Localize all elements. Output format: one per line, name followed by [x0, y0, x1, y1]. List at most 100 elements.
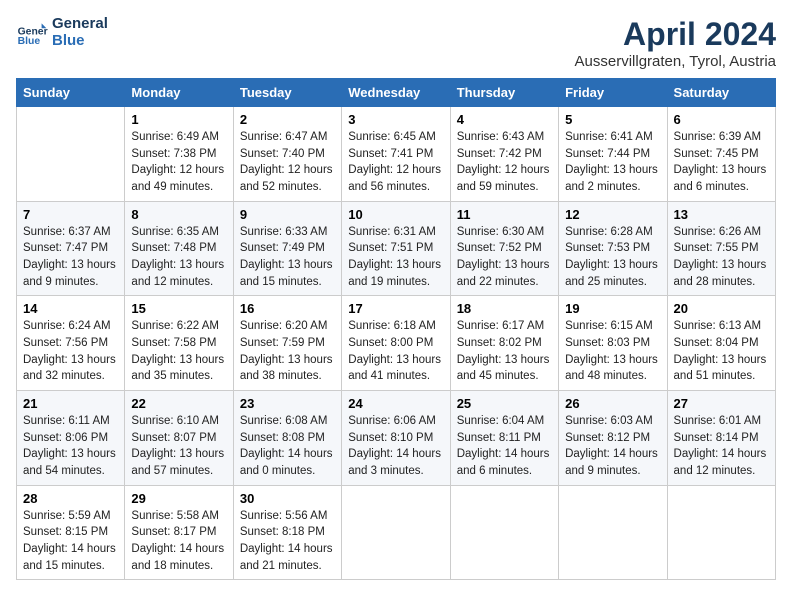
svg-text:Blue: Blue — [18, 36, 41, 47]
calendar-cell: 3Sunrise: 6:45 AM Sunset: 7:41 PM Daylig… — [342, 107, 450, 202]
cell-content: Sunrise: 6:30 AM Sunset: 7:52 PM Dayligh… — [457, 224, 552, 291]
calendar-cell: 12 Sunrise: 6:28 AM Sunset: 7:53 PM Dayli… — [559, 201, 667, 296]
calendar-cell: 4 Sunrise: 6:43 AM Sunset: 7:42 PM Daylig… — [450, 107, 558, 202]
calendar-cell: 29Sunrise: 5:58 AM Sunset: 8:17 PM Dayli… — [125, 485, 233, 580]
calendar-cell: 5 Sunrise: 6:41 AM Sunset: 7:44 PM Daylig… — [559, 107, 667, 202]
calendar-cell — [342, 485, 450, 580]
calendar-cell: 1 Sunrise: 6:49 AM Sunset: 7:38 PM Daylig… — [125, 107, 233, 202]
calendar-cell: 14 Sunrise: 6:24 AM Sunset: 7:56 PM Dayli… — [17, 296, 125, 391]
main-title: April 2024 — [575, 16, 776, 53]
calendar-cell: 15 Sunrise: 6:22 AM Sunset: 7:58 PM Dayli… — [125, 296, 233, 391]
day-number: 25 — [457, 396, 552, 411]
cell-content: Sunrise: 6:04 AM Sunset: 8:11 PM Dayligh… — [457, 413, 552, 480]
calendar-cell: 26 Sunrise: 6:03 AM Sunset: 8:12 PM Dayli… — [559, 391, 667, 486]
calendar-cell: 17 Sunrise: 6:18 AM Sunset: 8:00 PM Dayli… — [342, 296, 450, 391]
day-number: 16 — [240, 301, 335, 316]
calendar-cell: 27 Sunrise: 6:01 AM Sunset: 8:14 PM Dayli… — [667, 391, 775, 486]
day-number: 24 — [348, 396, 443, 411]
logo-icon: General Blue — [16, 17, 48, 49]
day-number: 30 — [240, 491, 335, 506]
logo-line1: General — [52, 16, 108, 33]
cell-content: Sunrise: 6:24 AM Sunset: 7:56 PM Dayligh… — [23, 318, 118, 385]
calendar-cell: 8 Sunrise: 6:35 AM Sunset: 7:48 PM Daylig… — [125, 201, 233, 296]
day-number: 26 — [565, 396, 660, 411]
cell-content: Sunrise: 6:45 AM Sunset: 7:41 PM Dayligh… — [348, 129, 443, 196]
day-number: 22 — [131, 396, 226, 411]
col-header-friday: Friday — [559, 79, 667, 107]
calendar-cell: 22 Sunrise: 6:10 AM Sunset: 8:07 PM Dayli… — [125, 391, 233, 486]
col-header-monday: Monday — [125, 79, 233, 107]
title-block: April 2024 Ausservillgraten, Tyrol, Aust… — [575, 16, 776, 70]
day-number: 13 — [674, 207, 769, 222]
day-number: 19 — [565, 301, 660, 316]
cell-content: Sunrise: 6:15 AM Sunset: 8:03 PM Dayligh… — [565, 318, 660, 385]
cell-content: Sunrise: 6:10 AM Sunset: 8:07 PM Dayligh… — [131, 413, 226, 480]
cell-content: Sunrise: 6:17 AM Sunset: 8:02 PM Dayligh… — [457, 318, 552, 385]
day-number: 5 — [565, 112, 660, 127]
week-row-1: 1 Sunrise: 6:49 AM Sunset: 7:38 PM Daylig… — [17, 107, 776, 202]
day-number: 9 — [240, 207, 335, 222]
calendar-cell: 11Sunrise: 6:30 AM Sunset: 7:52 PM Dayli… — [450, 201, 558, 296]
cell-content: Sunrise: 6:31 AM Sunset: 7:51 PM Dayligh… — [348, 224, 443, 291]
week-row-2: 7 Sunrise: 6:37 AM Sunset: 7:47 PM Daylig… — [17, 201, 776, 296]
day-number: 15 — [131, 301, 226, 316]
calendar-cell: 9 Sunrise: 6:33 AM Sunset: 7:49 PM Daylig… — [233, 201, 341, 296]
cell-content: Sunrise: 6:22 AM Sunset: 7:58 PM Dayligh… — [131, 318, 226, 385]
calendar-cell: 13Sunrise: 6:26 AM Sunset: 7:55 PM Dayli… — [667, 201, 775, 296]
calendar-cell: 25 Sunrise: 6:04 AM Sunset: 8:11 PM Dayli… — [450, 391, 558, 486]
col-header-wednesday: Wednesday — [342, 79, 450, 107]
day-number: 17 — [348, 301, 443, 316]
calendar-header-row: SundayMondayTuesdayWednesdayThursdayFrid… — [17, 79, 776, 107]
calendar-cell: 7 Sunrise: 6:37 AM Sunset: 7:47 PM Daylig… — [17, 201, 125, 296]
cell-content: Sunrise: 6:28 AM Sunset: 7:53 PM Dayligh… — [565, 224, 660, 291]
cell-content: Sunrise: 6:11 AM Sunset: 8:06 PM Dayligh… — [23, 413, 118, 480]
day-number: 2 — [240, 112, 335, 127]
calendar-cell: 28Sunrise: 5:59 AM Sunset: 8:15 PM Dayli… — [17, 485, 125, 580]
week-row-4: 21Sunrise: 6:11 AM Sunset: 8:06 PM Dayli… — [17, 391, 776, 486]
logo-text: General Blue — [52, 16, 108, 49]
calendar-cell — [17, 107, 125, 202]
cell-content: Sunrise: 6:49 AM Sunset: 7:38 PM Dayligh… — [131, 129, 226, 196]
cell-content: Sunrise: 6:01 AM Sunset: 8:14 PM Dayligh… — [674, 413, 769, 480]
calendar-cell: 23Sunrise: 6:08 AM Sunset: 8:08 PM Dayli… — [233, 391, 341, 486]
day-number: 4 — [457, 112, 552, 127]
cell-content: Sunrise: 6:18 AM Sunset: 8:00 PM Dayligh… — [348, 318, 443, 385]
cell-content: Sunrise: 6:47 AM Sunset: 7:40 PM Dayligh… — [240, 129, 335, 196]
cell-content: Sunrise: 6:03 AM Sunset: 8:12 PM Dayligh… — [565, 413, 660, 480]
col-header-saturday: Saturday — [667, 79, 775, 107]
day-number: 23 — [240, 396, 335, 411]
cell-content: Sunrise: 6:37 AM Sunset: 7:47 PM Dayligh… — [23, 224, 118, 291]
cell-content: Sunrise: 5:56 AM Sunset: 8:18 PM Dayligh… — [240, 508, 335, 575]
col-header-thursday: Thursday — [450, 79, 558, 107]
subtitle: Ausservillgraten, Tyrol, Austria — [575, 53, 776, 70]
logo-line2: Blue — [52, 33, 108, 50]
calendar-cell: 19 Sunrise: 6:15 AM Sunset: 8:03 PM Dayli… — [559, 296, 667, 391]
cell-content: Sunrise: 6:20 AM Sunset: 7:59 PM Dayligh… — [240, 318, 335, 385]
day-number: 14 — [23, 301, 118, 316]
day-number: 8 — [131, 207, 226, 222]
calendar-cell — [559, 485, 667, 580]
cell-content: Sunrise: 6:43 AM Sunset: 7:42 PM Dayligh… — [457, 129, 552, 196]
day-number: 29 — [131, 491, 226, 506]
week-row-3: 14 Sunrise: 6:24 AM Sunset: 7:56 PM Dayli… — [17, 296, 776, 391]
calendar-cell — [450, 485, 558, 580]
calendar-cell: 30 Sunrise: 5:56 AM Sunset: 8:18 PM Dayli… — [233, 485, 341, 580]
cell-content: Sunrise: 6:33 AM Sunset: 7:49 PM Dayligh… — [240, 224, 335, 291]
cell-content: Sunrise: 6:39 AM Sunset: 7:45 PM Dayligh… — [674, 129, 769, 196]
day-number: 12 — [565, 207, 660, 222]
day-number: 1 — [131, 112, 226, 127]
day-number: 6 — [674, 112, 769, 127]
calendar-cell: 2 Sunrise: 6:47 AM Sunset: 7:40 PM Daylig… — [233, 107, 341, 202]
calendar-cell: 10Sunrise: 6:31 AM Sunset: 7:51 PM Dayli… — [342, 201, 450, 296]
cell-content: Sunrise: 6:35 AM Sunset: 7:48 PM Dayligh… — [131, 224, 226, 291]
day-number: 27 — [674, 396, 769, 411]
logo: General Blue General Blue — [16, 16, 108, 49]
cell-content: Sunrise: 6:41 AM Sunset: 7:44 PM Dayligh… — [565, 129, 660, 196]
calendar-cell: 20Sunrise: 6:13 AM Sunset: 8:04 PM Dayli… — [667, 296, 775, 391]
day-number: 7 — [23, 207, 118, 222]
day-number: 18 — [457, 301, 552, 316]
cell-content: Sunrise: 6:06 AM Sunset: 8:10 PM Dayligh… — [348, 413, 443, 480]
cell-content: Sunrise: 5:59 AM Sunset: 8:15 PM Dayligh… — [23, 508, 118, 575]
calendar-table: SundayMondayTuesdayWednesdayThursdayFrid… — [16, 78, 776, 580]
calendar-cell: 16 Sunrise: 6:20 AM Sunset: 7:59 PM Dayli… — [233, 296, 341, 391]
